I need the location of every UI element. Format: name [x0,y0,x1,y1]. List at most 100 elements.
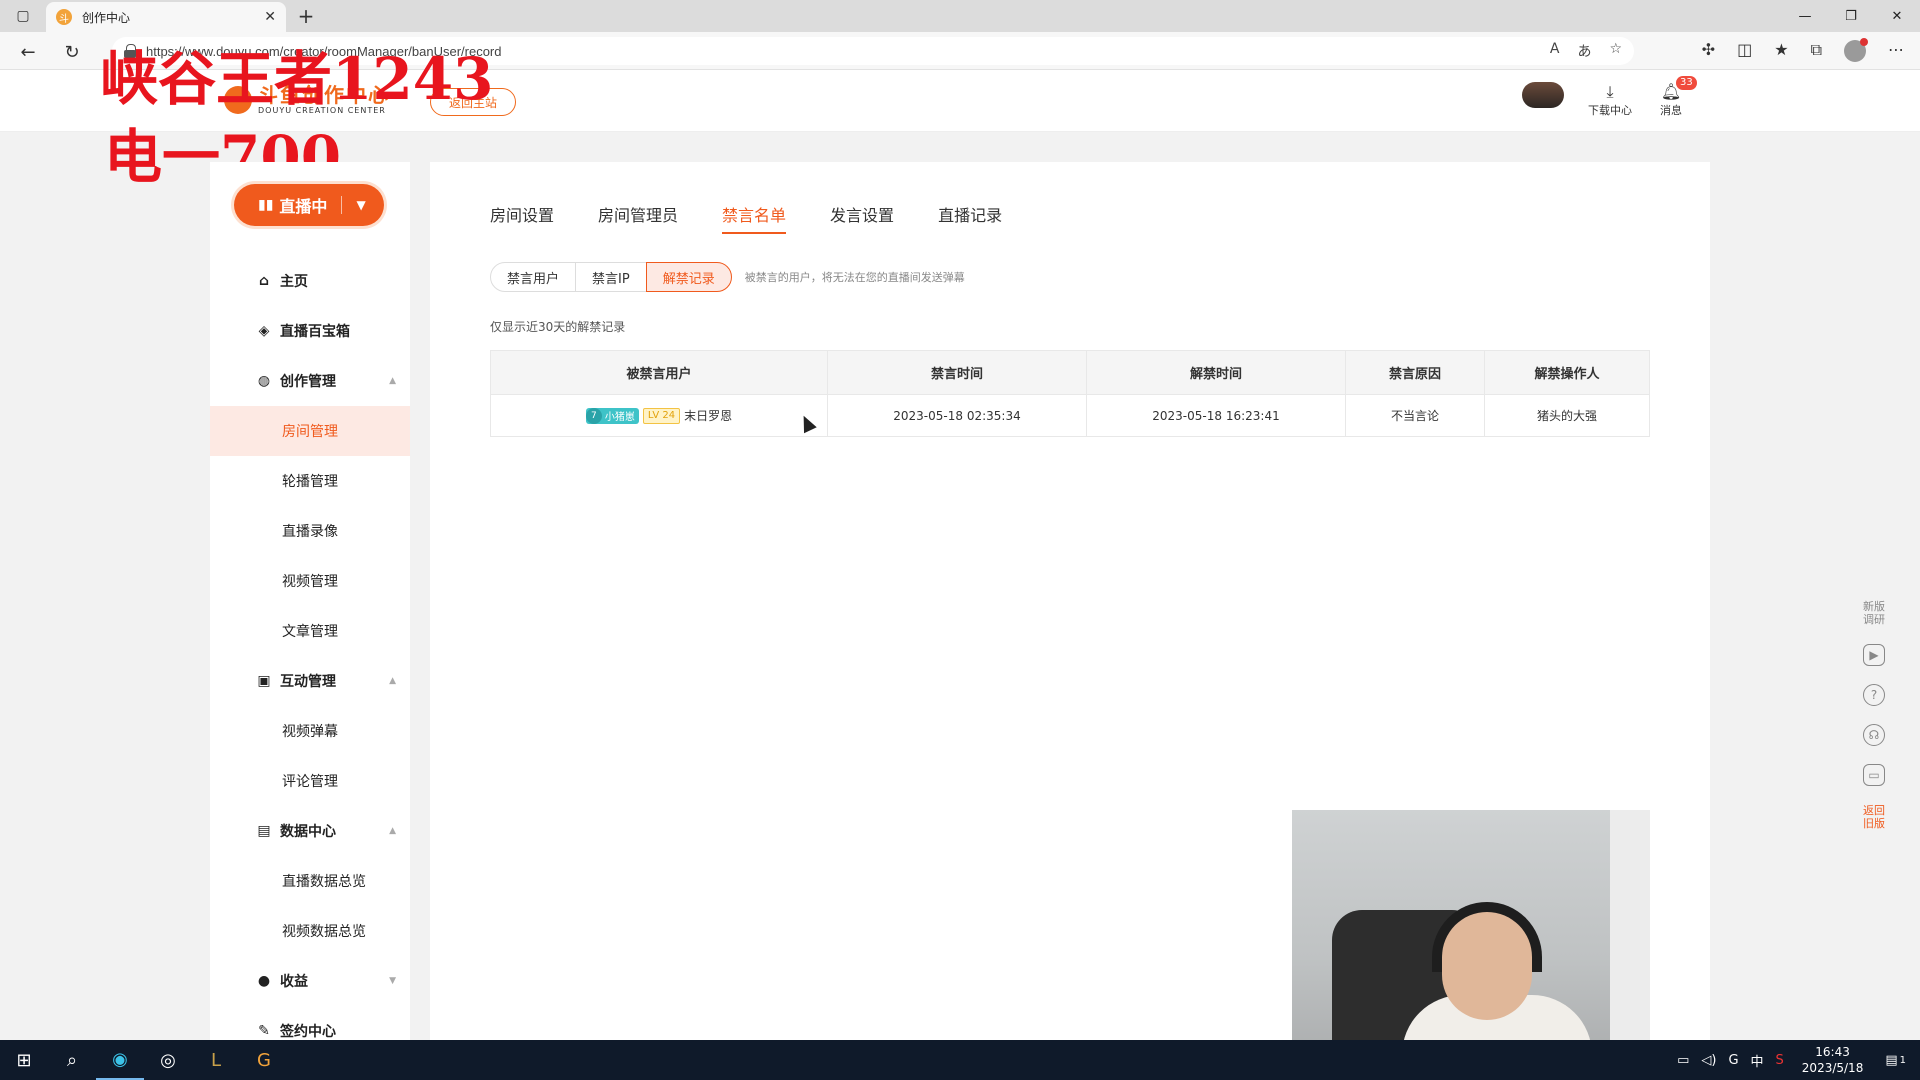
banned-username[interactable]: 末日罗恩 [684,407,732,424]
read-aloud-icon[interactable]: A [1550,41,1560,61]
douyu-favicon-icon: 斗 [56,9,72,25]
live-status-button[interactable]: ▮▮ 直播中 ▼ [234,184,384,226]
window-controls: — ❐ ✕ [1782,0,1920,32]
more-menu-icon[interactable]: ⋯ [1888,40,1904,62]
back-old-version-link[interactable]: 返回旧版 [1861,804,1887,830]
volume-icon[interactable]: ◁) [1701,1053,1716,1068]
notification-count: 1 [1899,1054,1906,1066]
sidebar-item[interactable]: 文章管理 [210,606,410,656]
room-manager-tabs: 房间设置 房间管理员 禁言名单 发言设置 直播记录 [490,202,1002,234]
sidebar-item[interactable]: ◍ 创作管理 ▲ [210,356,410,406]
messages-label: 消息 [1660,104,1682,117]
messages-button[interactable]: 🔔︎ 33 消息 [1660,76,1697,118]
segment-button[interactable]: 禁言IP [575,262,647,292]
collapse-arrow-icon[interactable]: ▲ [389,376,396,386]
pen-icon: ✎ [258,1023,270,1039]
clock[interactable]: 16:43 2023/5/18 [1802,1044,1864,1076]
tab-close-icon[interactable]: ✕ [264,9,276,25]
video-tutorial-icon[interactable]: ▶ [1863,644,1885,666]
favorites-icon[interactable]: ★ [1774,40,1788,62]
collapse-arrow-icon[interactable]: ▲ [389,676,396,686]
sidebar-item[interactable]: 视频弹幕 [210,706,410,756]
tab-actions-icon[interactable]: ▢ [12,6,34,26]
col-ban-time: 禁言时间 [827,350,1087,395]
download-center-label: 下载中心 [1588,104,1632,117]
user-avatar[interactable] [1522,82,1564,108]
edge-browser-icon[interactable]: ◉ [96,1040,144,1080]
sidebar-item[interactable]: 视频数据总览 [210,906,410,956]
divider [341,196,343,214]
league-client-icon[interactable]: L [192,1040,240,1080]
survey-link[interactable]: 新版调研 [1861,600,1887,626]
caret-down-icon[interactable]: ▼ [356,198,365,212]
message-count-badge: 33 [1676,76,1697,90]
segment-button[interactable]: 解禁记录 [645,262,732,292]
sidebar-item[interactable]: ▣ 互动管理 ▲ [210,656,410,706]
back-arrow-icon[interactable]: ← [16,40,40,64]
obs-icon[interactable]: ◎ [144,1040,192,1080]
cube-icon: ◈ [258,323,270,339]
notification-icon[interactable]: ▤ [1885,1053,1897,1068]
refresh-icon[interactable]: ↻ [60,40,84,64]
tab-4[interactable]: 直播记录 [938,202,1002,234]
s-app-icon[interactable]: S [1776,1053,1784,1068]
sidebar-item-label: 文章管理 [282,624,338,640]
ime-indicator[interactable]: 中 [1751,1051,1764,1070]
sidebar-item[interactable]: 房间管理 [210,406,410,456]
sidebar-item[interactable]: 直播数据总览 [210,856,410,906]
ban-time-cell: 2023-05-18 02:35:34 [827,394,1087,437]
browser-tab[interactable]: 斗 创作中心 ✕ [46,2,286,32]
operator-cell: 猪头的大强 [1484,394,1650,437]
help-icon[interactable]: ? [1863,684,1885,706]
download-center-button[interactable]: ⤓ 下载中心 [1588,82,1632,118]
new-tab-icon[interactable]: + [294,4,318,28]
minimize-icon[interactable]: — [1782,0,1828,32]
sidebar-item-label: 收益 [280,974,308,990]
collapse-arrow-icon[interactable]: ▲ [389,826,396,836]
live-status-label: 直播中 [279,197,328,216]
sidebar-item[interactable]: ✎ 签约中心 [210,1006,410,1040]
sidebar-item[interactable]: 视频管理 [210,556,410,606]
collections-icon[interactable]: ⧉ [1811,40,1822,62]
unban-record-table: 被禁言用户 禁言时间 解禁时间 禁言原因 解禁操作人 7 小猪崽 LV 24 末… [490,350,1650,437]
tab-3[interactable]: 发言设置 [830,202,894,234]
close-window-icon[interactable]: ✕ [1874,0,1920,32]
favorite-add-icon[interactable]: ☆ [1609,41,1622,61]
search-icon[interactable]: ⌕ [48,1040,96,1080]
sidebar-item[interactable]: ⌂ 主页 [210,256,410,306]
url-actions: A あ ☆ [1550,41,1622,61]
expand-arrow-icon[interactable]: ▼ [389,976,396,986]
coin-icon: ● [257,973,271,989]
profile-avatar[interactable] [1844,38,1868,62]
sidebar-item[interactable]: ◈ 直播百宝箱 [210,306,410,356]
tab-1[interactable]: 房间管理员 [598,202,678,234]
translate-icon[interactable]: あ [1577,41,1591,61]
sidebar-item[interactable]: ● 收益 ▼ [210,956,410,1006]
sidebar-item[interactable]: 轮播管理 [210,456,410,506]
extensions-icon[interactable]: ✣ [1702,40,1715,62]
sidebar-item[interactable]: 直播录像 [210,506,410,556]
tab-2[interactable]: 禁言名单 [722,202,787,234]
sidebar-item-label: 评论管理 [282,774,338,790]
start-windows-icon[interactable]: ⊞ [0,1040,48,1080]
restore-icon[interactable]: ❐ [1828,0,1874,32]
sidebar-item[interactable]: ▤ 数据中心 ▲ [210,806,410,856]
segment-button[interactable]: 禁言用户 [490,262,577,292]
segment-hint: 被禁言的用户，将无法在您的直播间发送弹幕 [744,271,965,284]
split-screen-icon[interactable]: ◫ [1737,40,1752,62]
customer-service-icon[interactable]: ☊ [1863,724,1885,746]
g-app-icon[interactable]: G [1728,1053,1738,1068]
sidebar-item-label: 签约中心 [280,1024,336,1040]
monitor-icon[interactable]: ▭ [1863,764,1885,786]
reason-cell: 不当言论 [1345,394,1485,437]
browser-tab-bar: ▢ 斗 创作中心 ✕ + — ❐ ✕ [0,0,1920,32]
network-icon[interactable]: ▭ [1677,1053,1689,1068]
col-operator: 解禁操作人 [1484,350,1650,395]
tab-0[interactable]: 房间设置 [490,202,554,234]
sidebar-item[interactable]: 评论管理 [210,756,410,806]
home-icon: ⌂ [258,273,270,289]
game-launcher-icon[interactable]: G [240,1040,288,1080]
floating-toolbar: 新版调研 ▶ ? ☊ ▭ 返回旧版 [1854,600,1894,830]
sidebar-item-label: 互动管理 [280,674,336,690]
banned-user-cell: 7 小猪崽 LV 24 末日罗恩 [490,394,828,437]
